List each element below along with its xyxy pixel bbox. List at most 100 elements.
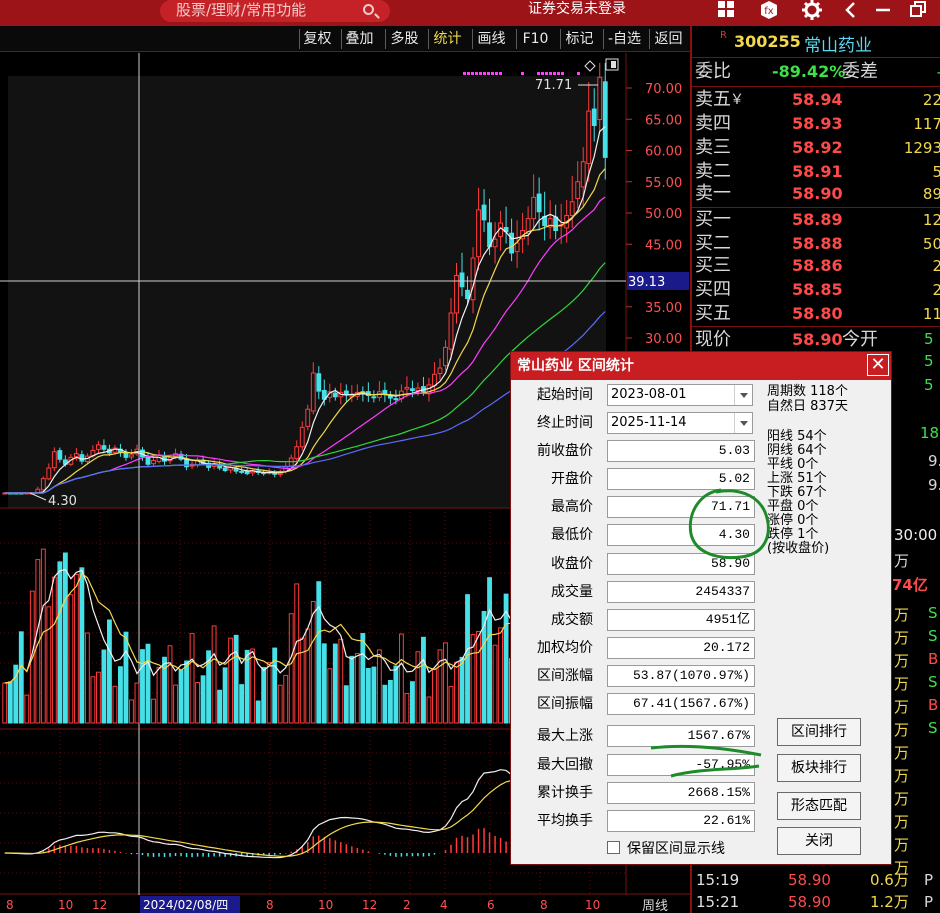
tick-vol-frag: 万: [894, 721, 910, 739]
candle-body: [46, 467, 52, 480]
pattern-match-button[interactable]: 形态匹配: [777, 792, 861, 820]
period-count: 周期数 118个: [767, 384, 848, 399]
candle-body: [57, 450, 63, 460]
bid-price: 58.86: [792, 256, 843, 275]
sector-rank-button[interactable]: 板块排行: [777, 754, 861, 782]
toolbar-zixuan-button[interactable]: -自选: [603, 29, 645, 49]
event-marker: [471, 72, 474, 75]
candle-body: [129, 454, 134, 458]
close-icon[interactable]: ✕: [867, 354, 889, 376]
toolbar-f10-button[interactable]: F10: [516, 29, 554, 49]
volume-bar: [338, 638, 344, 724]
toolbar-fuquan-button[interactable]: 复权: [299, 29, 335, 49]
ask-row[interactable]: 卖五 ￥ 58.94 22: [692, 88, 940, 112]
x-tick-label: 8: [6, 898, 14, 912]
candle-body: [79, 454, 85, 462]
event-marker: [475, 72, 478, 75]
event-marker: [463, 72, 466, 75]
ask-row[interactable]: 卖二 58.91 5: [692, 160, 940, 184]
period-label: 周线: [642, 899, 668, 913]
field-value: 5.02: [607, 468, 755, 490]
volume-bar: [432, 668, 437, 724]
bid-label: 买三: [695, 255, 731, 276]
volume-bar: [222, 667, 228, 724]
end-time-select[interactable]: 2025-11-14: [607, 412, 753, 434]
start-time-select[interactable]: 2023-08-01: [607, 384, 753, 406]
natural-days: 自然日 837天: [767, 399, 848, 414]
toolbar-duogu-button[interactable]: 多股: [385, 29, 423, 49]
x-tick-label: 10: [318, 898, 333, 912]
volume-bar: [398, 633, 404, 724]
field-label: 成交量: [551, 584, 593, 600]
volume-bar: [382, 684, 388, 724]
y-tick-label: 35.00: [645, 301, 682, 316]
ask-row[interactable]: 卖四 58.93 117: [692, 112, 940, 136]
fx-icon[interactable]: fx: [758, 0, 780, 20]
toolbar-huaxian-button[interactable]: 画线: [472, 29, 510, 49]
bid-row[interactable]: 买三 58.86 2: [692, 254, 940, 278]
volume-bar: [387, 679, 393, 724]
bid-row[interactable]: 买二 58.88 50: [692, 232, 940, 256]
divider: [692, 326, 940, 327]
low-marker-label: 4.30: [48, 494, 77, 509]
open-label: 今开: [842, 329, 878, 350]
bid-label: 买一: [695, 209, 731, 230]
tick-flag-frag: B: [928, 650, 939, 668]
search-input[interactable]: 股票/理财/常用功能: [160, 0, 390, 22]
side-frag: 74亿: [892, 576, 928, 594]
bid-row[interactable]: 买五 58.80 11: [692, 302, 940, 326]
minimize-icon[interactable]: [874, 0, 892, 20]
ask-label: 卖三: [695, 137, 731, 158]
ask-row[interactable]: 卖一 58.90 89: [692, 182, 940, 206]
side-frag: 5: [924, 330, 934, 348]
event-marker: [487, 72, 490, 75]
side-frag: 18: [920, 424, 940, 442]
interval-rank-button[interactable]: 区间排行: [777, 718, 861, 746]
candle-body: [387, 395, 393, 399]
windows-icon[interactable]: [716, 0, 736, 20]
bid-vol: 2: [932, 281, 940, 299]
candle-body: [371, 396, 377, 399]
ask-row[interactable]: 卖三 58.92 1293: [692, 136, 940, 160]
chevron-down-icon[interactable]: [734, 413, 752, 433]
volume-bar: [393, 665, 399, 724]
volume-bar: [277, 684, 283, 724]
current-price: 58.90: [792, 330, 843, 349]
side-frag: 30:00: [894, 526, 938, 544]
ask-vol: 89: [922, 185, 940, 203]
restore-icon[interactable]: [908, 0, 928, 20]
chevron-down-icon[interactable]: [734, 385, 752, 405]
close-button[interactable]: 关闭: [777, 827, 861, 855]
volume-bar: [321, 643, 327, 724]
tick-vol-frag: 万: [894, 836, 910, 854]
field-label: 收盘价: [551, 556, 593, 572]
svg-text:fx: fx: [764, 6, 774, 17]
search-icon[interactable]: [363, 4, 374, 15]
bid-row[interactable]: 买一 58.89 12: [692, 208, 940, 232]
x-tick-label: 10: [58, 898, 73, 912]
toolbar-tongji-button[interactable]: 统计: [428, 29, 466, 49]
volume-bar: [233, 634, 239, 724]
field-value: 2668.15%: [607, 782, 755, 804]
back-icon[interactable]: [842, 0, 858, 20]
volume-bar: [360, 633, 366, 724]
volume-bar: [24, 694, 30, 724]
login-status[interactable]: 证券交易未登录: [528, 0, 626, 18]
toolbar-diejia-button[interactable]: 叠加: [341, 29, 377, 49]
volume-bar: [239, 684, 245, 724]
volume-bar: [454, 661, 459, 724]
toolbar-biaoji-button[interactable]: 标记: [560, 29, 598, 49]
toolbar-fanhui-button[interactable]: 返回: [649, 29, 687, 49]
volume-bar: [95, 671, 101, 724]
candle-body: [470, 257, 476, 301]
candle-body: [536, 193, 542, 213]
volume-bar: [376, 649, 382, 724]
ask-label: 卖一: [695, 183, 731, 204]
ask-vol: 22: [922, 91, 940, 109]
bid-row[interactable]: 买四 58.85 2: [692, 278, 940, 302]
volume-bar: [255, 700, 261, 724]
volume-bar: [343, 685, 349, 724]
volume-bar: [476, 630, 481, 724]
keep-range-checkbox[interactable]: [607, 841, 620, 854]
gear-icon[interactable]: [801, 0, 823, 20]
